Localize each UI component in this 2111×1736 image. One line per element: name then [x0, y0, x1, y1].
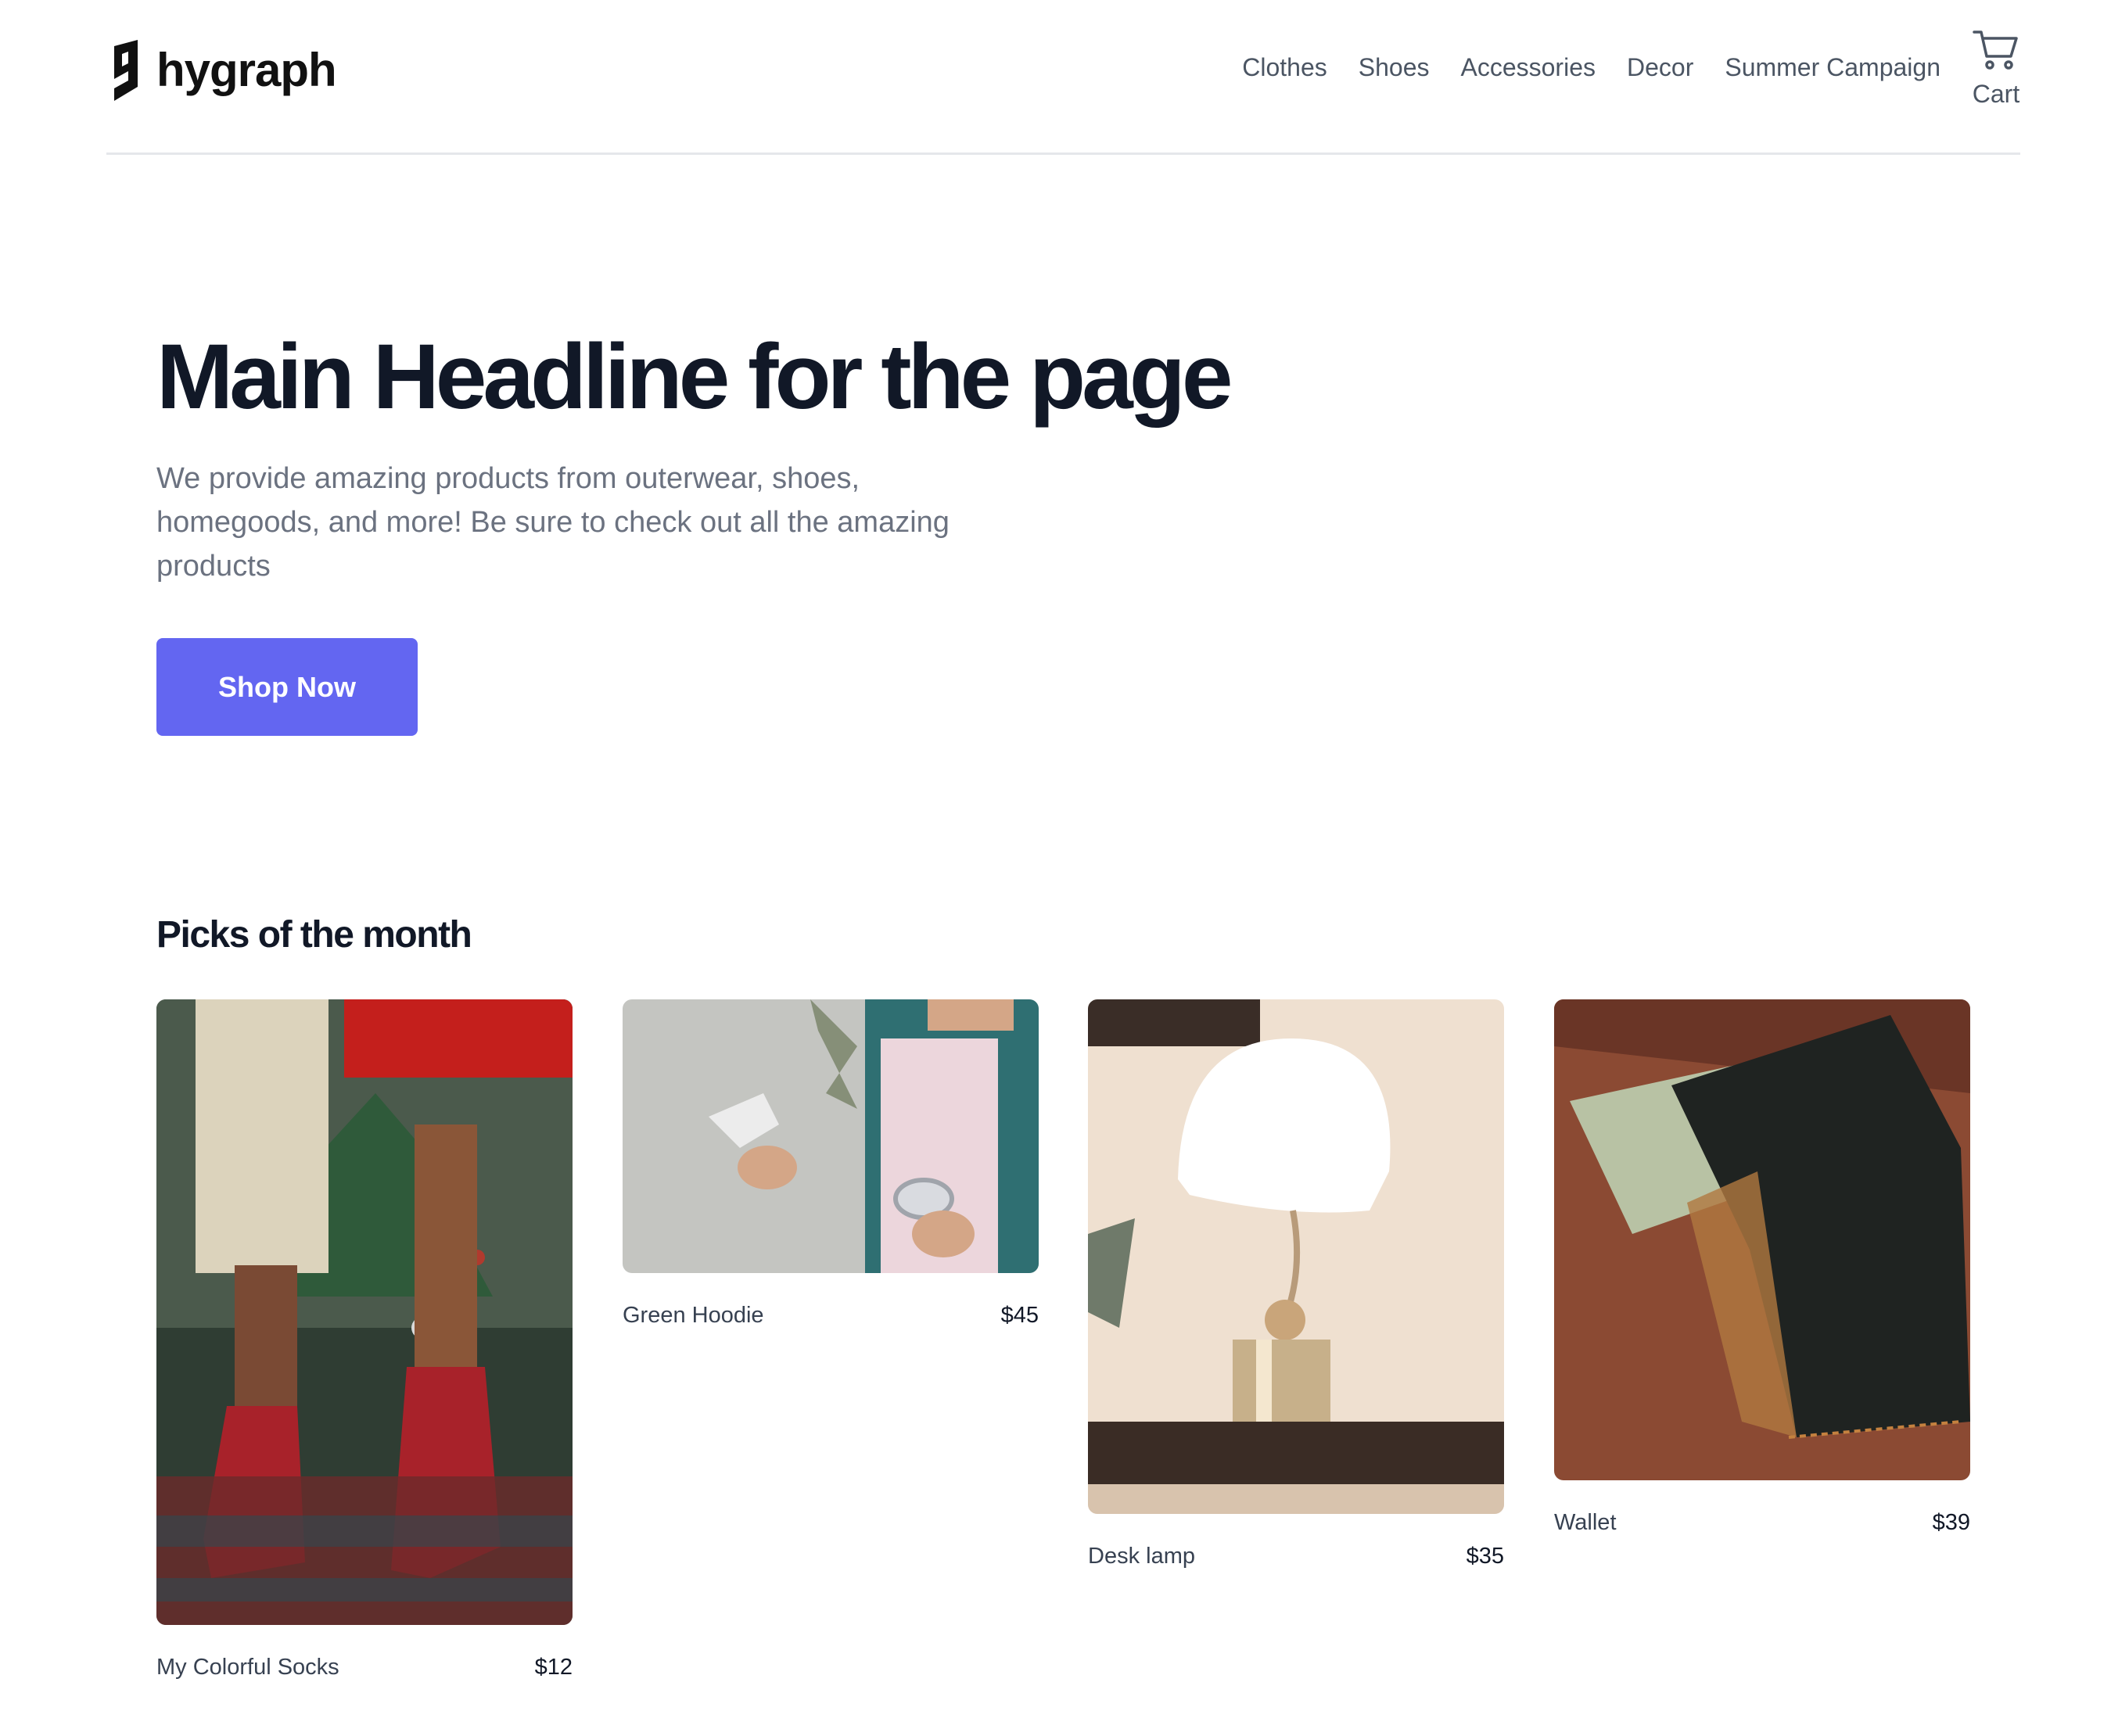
product-meta: My Colorful Socks $12: [156, 1655, 573, 1680]
product-price: $45: [1000, 1303, 1039, 1328]
product-card-wallet[interactable]: Wallet $39: [1554, 999, 1970, 1536]
hygraph-logo-icon: [114, 40, 138, 101]
wallet-photo[interactable]: [1554, 999, 1970, 1480]
nav-link-accessories[interactable]: Accessories: [1460, 55, 1596, 80]
nav-link-decor[interactable]: Decor: [1627, 55, 1693, 80]
brand-logo[interactable]: hygraph: [106, 39, 337, 102]
site-header: hygraph Clothes Shoes Accessories Decor …: [106, 0, 2020, 155]
product-price: $12: [534, 1655, 573, 1680]
hero-description: We provide amazing products from outerwe…: [156, 462, 950, 583]
main-nav: Clothes Shoes Accessories Decor Summer C…: [1211, 28, 2020, 106]
product-name: Green Hoodie: [623, 1303, 764, 1328]
picks-title: Picks of the month: [156, 914, 472, 956]
product-price: $35: [1466, 1544, 1504, 1569]
product-meta: Wallet $39: [1554, 1510, 1970, 1536]
product-card-socks[interactable]: My Colorful Socks $12: [156, 999, 573, 1680]
lamp-photo[interactable]: [1088, 999, 1504, 1514]
product-name: Wallet: [1554, 1510, 1617, 1535]
cart-icon: [1973, 30, 2018, 70]
product-name: Desk lamp: [1088, 1544, 1195, 1569]
nav-link-clothes[interactable]: Clothes: [1242, 55, 1327, 80]
hoodie-photo[interactable]: [623, 999, 1039, 1273]
product-name: My Colorful Socks: [156, 1655, 339, 1680]
brand-name: hygraph: [156, 44, 337, 96]
product-card-lamp[interactable]: Desk lamp $35: [1088, 999, 1504, 1569]
socks-photo[interactable]: [156, 999, 573, 1625]
cart-label: Cart: [1972, 80, 2020, 108]
product-card-hoodie[interactable]: Green Hoodie $45: [623, 999, 1039, 1329]
hero-title: Main Headline for the page: [156, 325, 1233, 429]
shop-now-button[interactable]: Shop Now: [156, 638, 418, 736]
nav-link-shoes[interactable]: Shoes: [1359, 55, 1430, 80]
product-meta: Green Hoodie $45: [623, 1303, 1039, 1329]
cart-button[interactable]: Cart: [1972, 28, 2020, 106]
nav-link-summer-campaign[interactable]: Summer Campaign: [1725, 55, 1940, 80]
product-price: $39: [1932, 1510, 1970, 1535]
product-meta: Desk lamp $35: [1088, 1544, 1504, 1569]
